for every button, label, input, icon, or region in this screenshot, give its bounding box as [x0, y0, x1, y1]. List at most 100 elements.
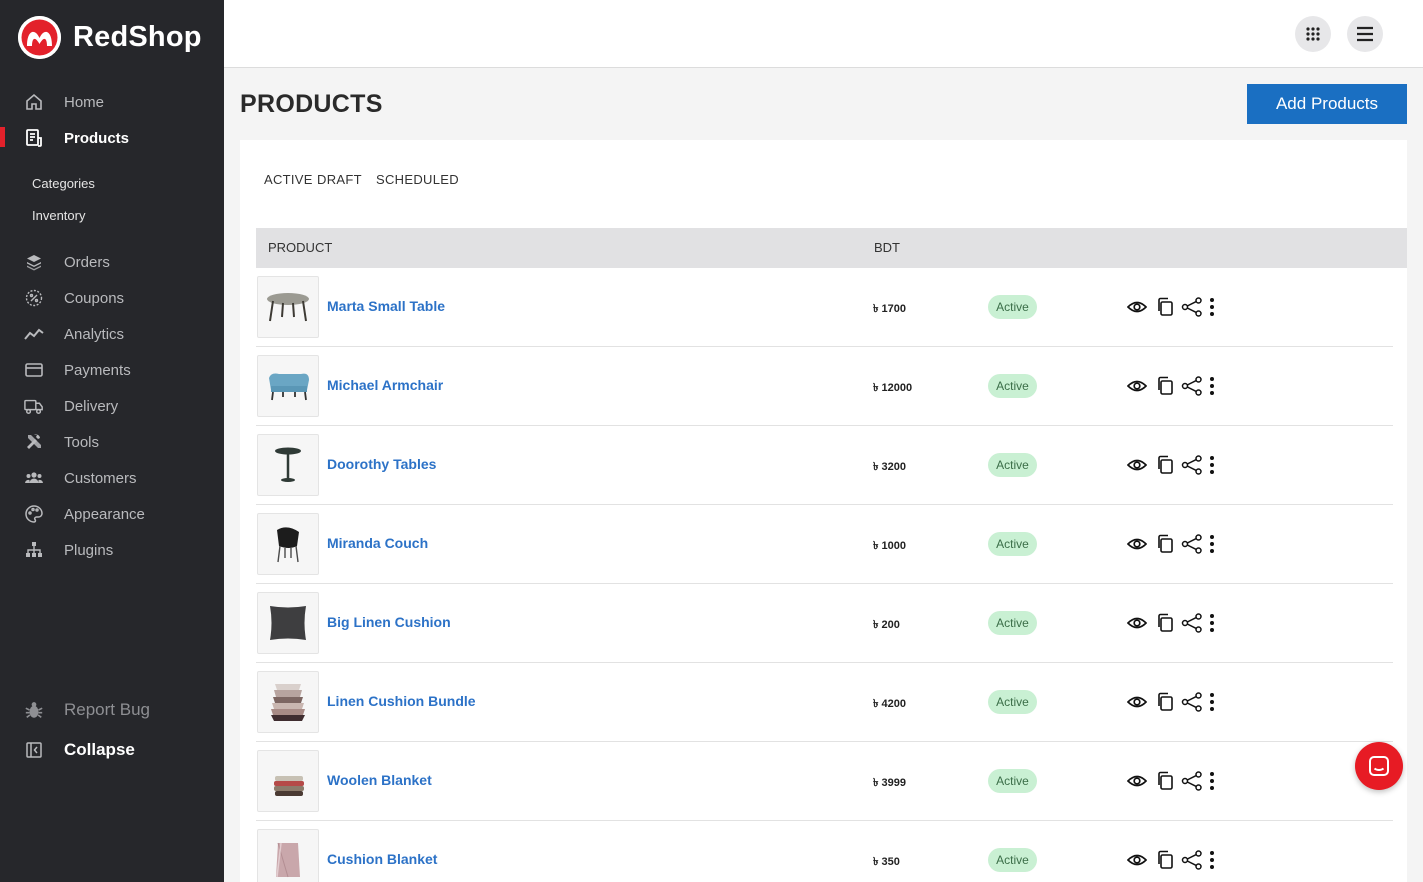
tools-icon	[24, 432, 44, 452]
more-options-icon[interactable]	[1201, 612, 1223, 634]
duplicate-copy-icon[interactable]	[1154, 296, 1176, 318]
product-thumbnail[interactable]	[257, 434, 319, 496]
product-thumbnail[interactable]	[257, 592, 319, 654]
duplicate-copy-icon[interactable]	[1154, 533, 1176, 555]
share-icon[interactable]	[1181, 454, 1203, 476]
tab-scheduled[interactable]: SCHEDULED	[376, 172, 459, 187]
duplicate-copy-icon[interactable]	[1154, 691, 1176, 713]
report-bug-button[interactable]: Report Bug	[0, 692, 224, 728]
truck-icon	[24, 396, 44, 416]
column-header-bdt: BDT	[874, 240, 900, 255]
view-eye-icon[interactable]	[1126, 770, 1148, 792]
product-name-link[interactable]: Woolen Blanket	[327, 772, 432, 788]
nav-label: Appearance	[64, 505, 145, 523]
nav-item-products[interactable]: Products	[0, 120, 224, 156]
duplicate-copy-icon[interactable]	[1154, 375, 1176, 397]
nav-label: Plugins	[64, 541, 114, 559]
nav-label: Delivery	[64, 397, 119, 415]
nav-label: Customers	[64, 469, 137, 487]
status-badge: Active	[988, 611, 1037, 635]
brand-name: RedShop	[73, 21, 202, 53]
tab-draft[interactable]: DRAFT	[317, 172, 362, 187]
view-eye-icon[interactable]	[1126, 375, 1148, 397]
product-thumbnail[interactable]	[257, 513, 319, 575]
product-price: ৳ 3999	[873, 777, 907, 789]
hamburger-icon	[1357, 26, 1373, 42]
share-icon[interactable]	[1181, 770, 1203, 792]
view-eye-icon[interactable]	[1126, 533, 1148, 555]
duplicate-copy-icon[interactable]	[1154, 612, 1176, 634]
nav-item-tools[interactable]: Tools	[0, 424, 224, 460]
chat-launcher-button[interactable]	[1355, 742, 1403, 790]
product-name-link[interactable]: Miranda Couch	[327, 535, 428, 551]
table-header: PRODUCT BDT	[256, 228, 1407, 268]
nav-item-orders[interactable]: Orders	[0, 244, 224, 280]
table-row: Doorothy Tables ৳ 3200 Active	[256, 426, 1393, 505]
nav-item-home[interactable]: Home	[0, 84, 224, 120]
product-name-link[interactable]: Marta Small Table	[327, 298, 445, 314]
product-thumbnail[interactable]	[257, 355, 319, 417]
sub-item-inventory[interactable]: Inventory	[32, 208, 85, 223]
nav-item-coupons[interactable]: Coupons	[0, 280, 224, 316]
product-price: ৳ 200	[873, 619, 900, 631]
apps-button[interactable]	[1295, 16, 1331, 52]
card-icon	[24, 360, 44, 380]
product-name-link[interactable]: Cushion Blanket	[327, 851, 437, 867]
share-icon[interactable]	[1181, 849, 1203, 871]
view-eye-icon[interactable]	[1126, 691, 1148, 713]
coupon-icon	[24, 288, 44, 308]
share-icon[interactable]	[1181, 375, 1203, 397]
product-name-link[interactable]: Doorothy Tables	[327, 456, 436, 472]
add-products-button[interactable]: Add Products	[1247, 84, 1407, 124]
product-thumbnail[interactable]	[257, 671, 319, 733]
status-badge: Active	[988, 769, 1037, 793]
table-row: Michael Armchair ৳ 12000 Active	[256, 347, 1393, 426]
share-icon[interactable]	[1181, 533, 1203, 555]
row-actions	[1126, 375, 1226, 397]
row-actions	[1126, 533, 1226, 555]
nav-item-plugins[interactable]: Plugins	[0, 532, 224, 568]
share-icon[interactable]	[1181, 691, 1203, 713]
more-options-icon[interactable]	[1201, 375, 1223, 397]
nav-label: Analytics	[64, 325, 125, 343]
more-options-icon[interactable]	[1201, 296, 1223, 318]
sidebar: RedShop Home Products Categories Invento…	[0, 0, 224, 882]
sub-item-categories[interactable]: Categories	[32, 176, 95, 191]
nav-item-analytics[interactable]: Analytics	[0, 316, 224, 352]
share-icon[interactable]	[1181, 296, 1203, 318]
view-eye-icon[interactable]	[1126, 296, 1148, 318]
view-eye-icon[interactable]	[1126, 849, 1148, 871]
report-bug-label: Report Bug	[64, 700, 150, 719]
brand[interactable]: RedShop	[18, 16, 202, 59]
more-options-icon[interactable]	[1201, 454, 1223, 476]
nav-item-payments[interactable]: Payments	[0, 352, 224, 388]
nav-item-customers[interactable]: Customers	[0, 460, 224, 496]
product-name-link[interactable]: Linen Cushion Bundle	[327, 693, 476, 709]
product-thumbnail[interactable]	[257, 829, 319, 882]
share-icon[interactable]	[1181, 612, 1203, 634]
tab-active[interactable]: ACTIVE	[264, 172, 313, 187]
duplicate-copy-icon[interactable]	[1154, 849, 1176, 871]
product-thumbnail[interactable]	[257, 750, 319, 812]
product-name-link[interactable]: Michael Armchair	[327, 377, 443, 393]
product-price: ৳ 3200	[873, 461, 907, 473]
more-options-icon[interactable]	[1201, 533, 1223, 555]
more-options-icon[interactable]	[1201, 849, 1223, 871]
nav-label: Tools	[64, 433, 100, 451]
view-eye-icon[interactable]	[1126, 612, 1148, 634]
nav-item-appearance[interactable]: Appearance	[0, 496, 224, 532]
more-options-icon[interactable]	[1201, 691, 1223, 713]
product-name-link[interactable]: Big Linen Cushion	[327, 614, 451, 630]
product-thumbnail[interactable]	[257, 276, 319, 338]
nav-label: Products	[64, 129, 130, 147]
view-eye-icon[interactable]	[1126, 454, 1148, 476]
topbar	[224, 0, 1423, 68]
product-price: ৳ 1700	[873, 303, 907, 315]
nav-item-delivery[interactable]: Delivery	[0, 388, 224, 424]
customers-icon	[24, 468, 44, 488]
menu-button[interactable]	[1347, 16, 1383, 52]
collapse-button[interactable]: Collapse	[0, 732, 224, 768]
duplicate-copy-icon[interactable]	[1154, 454, 1176, 476]
more-options-icon[interactable]	[1201, 770, 1223, 792]
duplicate-copy-icon[interactable]	[1154, 770, 1176, 792]
